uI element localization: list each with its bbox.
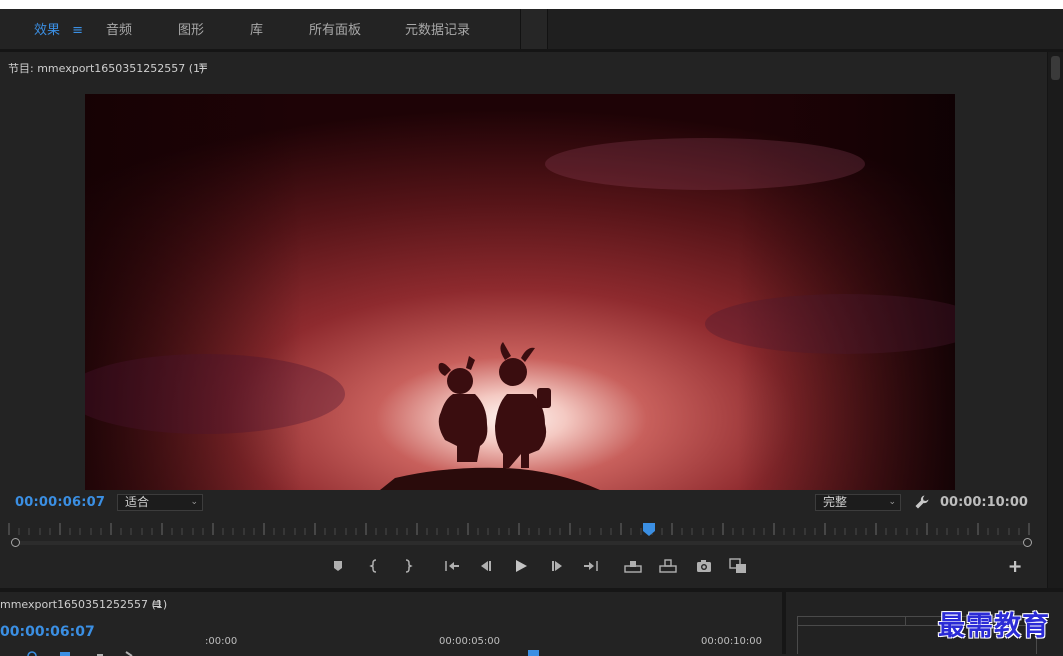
add-marker-icon[interactable] — [329, 557, 347, 575]
tab-graphics[interactable]: 图形 — [178, 19, 204, 38]
playback-resolution-value: 完整 — [823, 495, 848, 509]
timeline-playhead[interactable] — [528, 650, 539, 656]
program-monitor-title[interactable]: 节目: mmexport1650351252557 (1) — [8, 60, 204, 76]
zoom-handle-left[interactable] — [11, 538, 20, 547]
wrench-icon[interactable] — [914, 494, 930, 510]
workspace-tab-bar: 效果 ≡ 音频 图形 库 所有面板 元数据记录 — [0, 9, 1063, 49]
duration-timecode: 00:00:10:00 — [940, 495, 1028, 510]
tab-overflow[interactable] — [521, 9, 548, 49]
step-forward-icon[interactable] — [548, 557, 566, 575]
video-frame-image — [85, 94, 955, 490]
timeline-current-timecode[interactable]: 00:00:06:07 — [0, 624, 95, 640]
transport-controls — [0, 552, 1047, 580]
zoom-scroll-track[interactable] — [15, 541, 1027, 545]
window-top-strip — [0, 0, 1063, 9]
tab-menu-icon[interactable]: ≡ — [72, 23, 83, 38]
chevron-down-icon: ⌄ — [888, 497, 896, 507]
tab-libraries[interactable]: 库 — [250, 19, 263, 38]
export-frame-icon[interactable] — [695, 557, 713, 575]
playhead-marker[interactable] — [643, 522, 655, 536]
mark-out-icon[interactable] — [398, 557, 416, 575]
tab-audio[interactable]: 音频 — [106, 19, 132, 38]
timeline-tool-icons[interactable] — [22, 648, 142, 656]
tab-group: 效果 ≡ 音频 图形 库 所有面板 元数据记录 — [0, 9, 521, 49]
extract-icon[interactable] — [659, 557, 677, 575]
time-label-end: 00:00:10:00 — [701, 636, 763, 647]
comparison-view-icon[interactable] — [729, 557, 747, 575]
tab-metadata-logging[interactable]: 元数据记录 — [405, 19, 470, 38]
time-label-start: :00:00 — [205, 636, 238, 647]
sequence-title[interactable]: mmexport1650351252557 (1) — [0, 598, 167, 611]
play-icon[interactable] — [512, 557, 530, 575]
meter-col-line — [905, 617, 906, 626]
timeline-panel: mmexport1650351252557 (1) ≡ 00:00:06:07 … — [0, 592, 782, 656]
time-label-mid: 00:00:05:00 — [439, 636, 501, 647]
button-editor-plus-icon[interactable] — [1006, 557, 1024, 575]
chevron-down-icon: ⌄ — [190, 497, 198, 507]
zoom-level-value: 适合 — [125, 495, 150, 509]
video-preview[interactable] — [85, 94, 955, 490]
time-ruler[interactable] — [8, 522, 1030, 536]
go-to-in-icon[interactable] — [443, 557, 461, 575]
tab-effects[interactable]: 效果 ≡ — [34, 19, 83, 38]
timeline-menu-icon[interactable]: ≡ — [152, 597, 162, 611]
scrollbar-thumb[interactable] — [1051, 56, 1060, 80]
step-back-icon[interactable] — [477, 557, 495, 575]
panel-scrollbar[interactable] — [1047, 52, 1063, 588]
playback-resolution-select[interactable]: 完整 ⌄ — [815, 494, 901, 511]
tab-effects-label: 效果 — [34, 23, 61, 38]
zoom-level-select[interactable]: 适合 ⌄ — [117, 494, 203, 511]
program-monitor-panel: 节目: mmexport1650351252557 (1) ≡ 00:00:06… — [0, 52, 1047, 588]
tab-all-panels[interactable]: 所有面板 — [309, 19, 361, 38]
watermark-text: 最需教育 — [938, 611, 1050, 642]
current-timecode[interactable]: 00:00:06:07 — [15, 495, 105, 510]
zoom-handle-right[interactable] — [1023, 538, 1032, 547]
mark-in-icon[interactable] — [366, 557, 384, 575]
panel-menu-icon[interactable]: ≡ — [198, 59, 208, 73]
lift-icon[interactable] — [624, 557, 642, 575]
go-to-out-icon[interactable] — [582, 557, 600, 575]
